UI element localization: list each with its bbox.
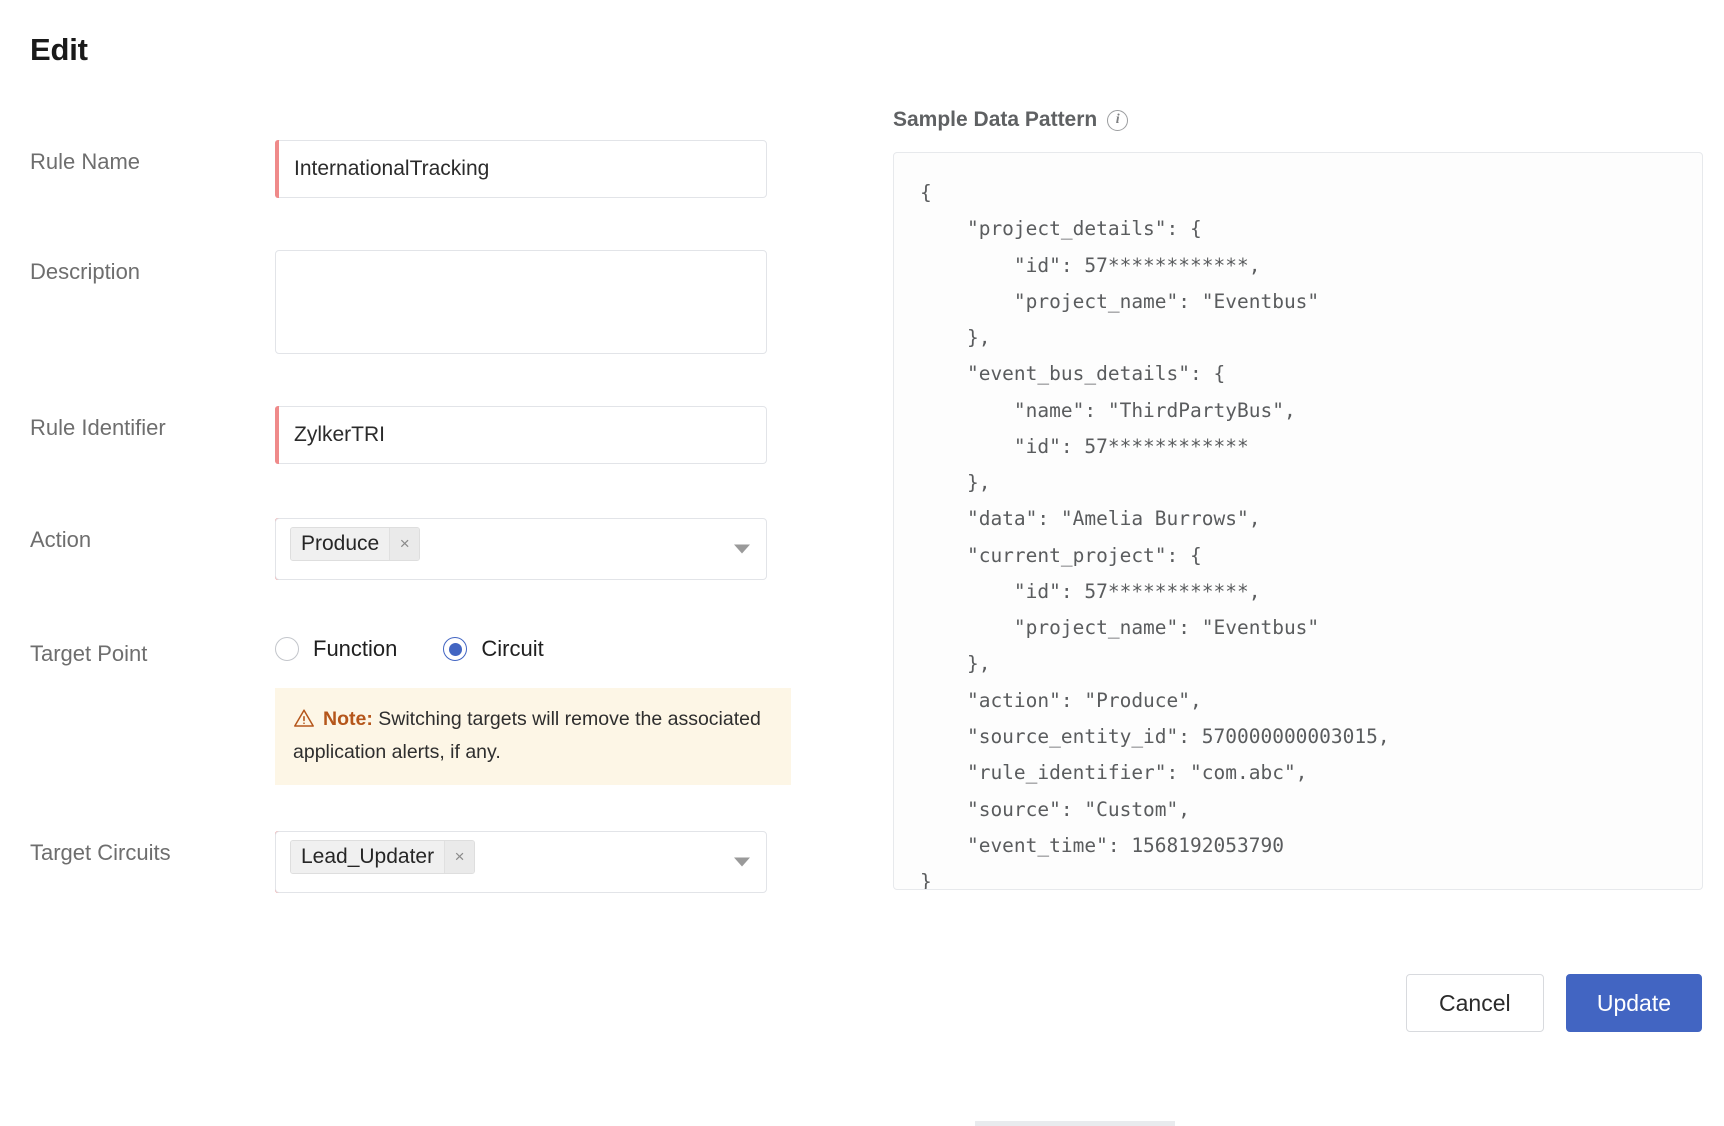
target-circuits-multiselect[interactable]: Lead_Updater ×	[275, 831, 767, 894]
radio-indicator-selected	[443, 637, 468, 661]
warning-triangle-icon	[293, 707, 315, 737]
action-multiselect[interactable]: Produce ×	[275, 518, 767, 580]
info-icon[interactable]: i	[1107, 109, 1129, 131]
action-chip-label: Produce	[291, 528, 390, 560]
rule-name-label: Rule Name	[30, 149, 141, 174]
form-row-target-point: Target Point Function Circuit Note: Swit…	[30, 632, 820, 786]
rule-identifier-field-wrap: ZylkerTRI	[275, 406, 767, 464]
target-point-field-wrap: Function Circuit Note: Switching targets…	[275, 632, 791, 786]
edit-rule-page: Edit Rule Name InternationalTracking Des…	[0, 0, 1724, 1126]
page-title: Edit	[30, 32, 88, 67]
description-field-wrap	[275, 250, 767, 354]
form-row-target-circuits: Target Circuits Lead_Updater ×	[30, 831, 820, 894]
rule-identifier-input[interactable]: ZylkerTRI	[275, 406, 767, 464]
form-row-description: Description	[30, 250, 820, 354]
rule-name-input[interactable]: InternationalTracking	[275, 140, 767, 198]
switch-target-note: Note: Switching targets will remove the …	[275, 688, 791, 786]
radio-option-circuit[interactable]: Circuit	[443, 636, 544, 662]
bottom-divider	[975, 1121, 1175, 1126]
target-point-radio-group: Function Circuit	[275, 632, 791, 662]
target-circuits-label: Target Circuits	[30, 840, 171, 866]
update-button[interactable]: Update	[1565, 974, 1702, 1032]
form-actions: Cancel Update	[1405, 974, 1702, 1032]
chevron-down-icon[interactable]	[734, 857, 750, 867]
sample-data-pattern-header: Sample Data Pattern i	[893, 108, 1703, 132]
radio-option-circuit-label: Circuit	[481, 636, 544, 661]
sample-data-pattern-section: Sample Data Pattern i { "project_details…	[893, 108, 1703, 890]
description-label: Description	[30, 259, 141, 284]
note-prefix: Note:	[323, 708, 373, 730]
target-circuits-field-wrap: Lead_Updater ×	[275, 831, 767, 894]
radio-option-function-label: Function	[313, 636, 398, 661]
radio-indicator	[275, 637, 299, 661]
cancel-button[interactable]: Cancel	[1405, 974, 1544, 1032]
action-label: Action	[30, 527, 92, 552]
rule-identifier-label: Rule Identifier	[30, 415, 166, 440]
form-row-rule-name: Rule Name InternationalTracking	[30, 140, 820, 198]
sample-json-code: { "project_details": { "id": 57*********…	[920, 181, 1390, 890]
radio-option-function[interactable]: Function	[275, 636, 397, 662]
form-row-rule-identifier: Rule Identifier ZylkerTRI	[30, 406, 820, 464]
target-point-label: Target Point	[30, 641, 148, 666]
required-indicator	[275, 406, 279, 464]
required-indicator	[275, 140, 279, 198]
close-icon[interactable]: ×	[389, 528, 420, 560]
rule-form: Rule Name InternationalTracking Descript…	[30, 140, 820, 894]
target-circuit-chip: Lead_Updater ×	[290, 840, 476, 875]
sample-data-pattern-title: Sample Data Pattern	[893, 108, 1098, 131]
close-icon[interactable]: ×	[444, 841, 475, 874]
description-textarea[interactable]	[275, 250, 767, 354]
chevron-down-icon[interactable]	[734, 544, 750, 554]
action-chip: Produce ×	[290, 527, 421, 561]
action-field-wrap: Produce ×	[275, 518, 767, 580]
form-row-action: Action Produce ×	[30, 518, 820, 580]
target-circuit-chip-label: Lead_Updater	[291, 841, 445, 874]
sample-data-pattern-panel: { "project_details": { "id": 57*********…	[893, 152, 1703, 890]
rule-name-field-wrap: InternationalTracking	[275, 140, 767, 198]
